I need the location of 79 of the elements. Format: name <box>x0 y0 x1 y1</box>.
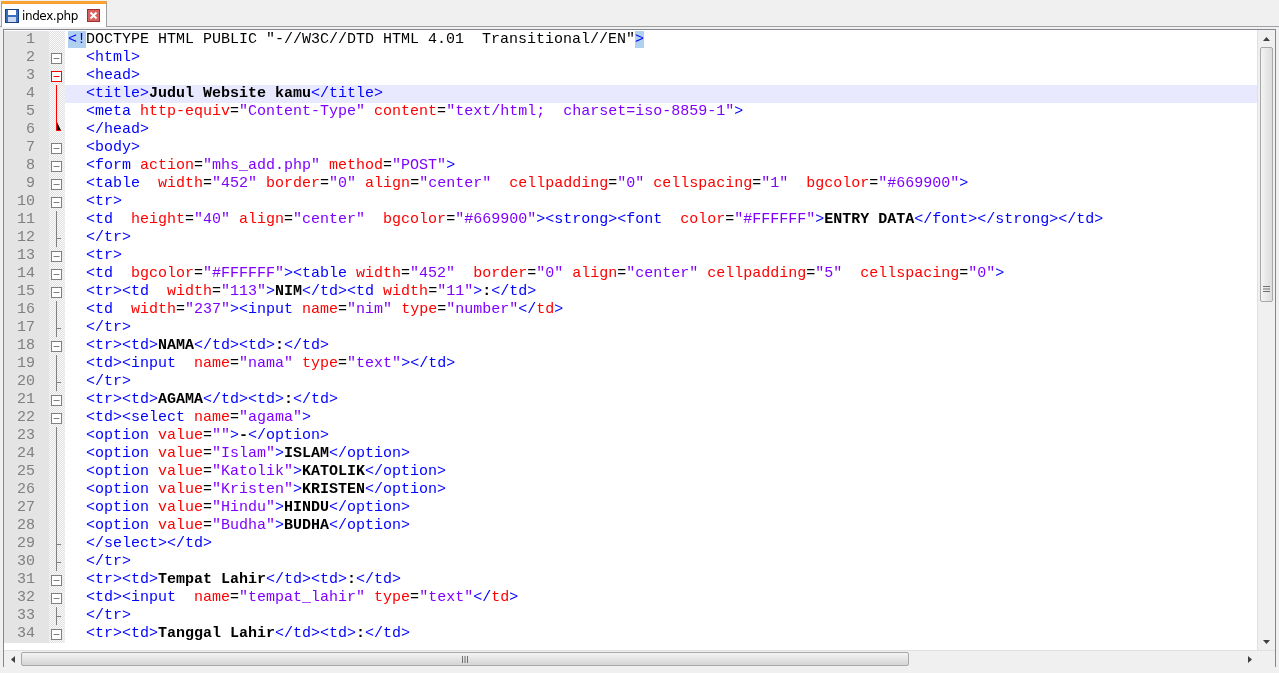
code-line: </tr> <box>85 373 132 391</box>
line-number: 10 <box>4 193 49 211</box>
code-line: <tr><td width="113">NIM</td><td width="11">:</td> <box>85 283 538 301</box>
line-number: 13 <box>4 247 49 265</box>
code-line: <html> <box>85 49 141 67</box>
code-line: <td bgcolor="#FFFFFF"><table width="452" border="0" align="center" cellpadding="5" cellspacing="0"> <box>85 265 1006 283</box>
line-number: 14 <box>4 265 49 283</box>
code-line: </tr> <box>85 607 132 625</box>
code-line: <td><select name="agama"> <box>85 409 313 427</box>
scrollbar-thumb[interactable] <box>1260 47 1273 302</box>
line-number: 7 <box>4 139 49 157</box>
line-number: 3 <box>4 67 49 85</box>
code-line: <td><input name="tempat_lahir" type="text"</td> <box>85 589 520 607</box>
code-line: <table width="452" border="0" align="center" cellpadding="0" cellspacing="1" bgcolor="#669900"> <box>85 175 970 193</box>
line-number: 28 <box>4 517 49 535</box>
line-number: 34 <box>4 625 49 643</box>
line-number: 25 <box>4 463 49 481</box>
line-number: 2 <box>4 49 49 67</box>
line-number: 1 <box>4 31 49 49</box>
line-number: 17 <box>4 319 49 337</box>
code-line: <!DOCTYPE HTML PUBLIC "-//W3C//DTD HTML 4.01 Transitional//EN"> <box>67 31 646 49</box>
line-number: 21 <box>4 391 49 409</box>
code-line: <option value="Hindu">HINDU</option> <box>85 499 412 517</box>
horizontal-scrollbar[interactable] <box>4 650 1275 667</box>
scroll-down-icon[interactable] <box>1263 639 1270 644</box>
grip-icon <box>461 655 469 663</box>
code-line: <option value="Budha">BUDHA</option> <box>85 517 412 535</box>
line-number: 11 <box>4 211 49 229</box>
line-number: 26 <box>4 481 49 499</box>
line-number: 12 <box>4 229 49 247</box>
code-line: <td width="237"><input name="nim" type="number"</td> <box>85 301 565 319</box>
line-number: 32 <box>4 589 49 607</box>
code-line: <option value="Kristen">KRISTEN</option> <box>85 481 448 499</box>
code-line: </tr> <box>85 319 132 337</box>
code-line: <tr> <box>85 193 123 211</box>
line-number: 24 <box>4 445 49 463</box>
code-line: <head> <box>85 67 141 85</box>
code-line: <tr> <box>85 247 123 265</box>
line-number: 20 <box>4 373 49 391</box>
line-number: 6 <box>4 121 49 139</box>
code-line: </head> <box>85 121 150 139</box>
close-icon[interactable] <box>86 9 100 22</box>
file-tab[interactable]: index.php <box>1 1 107 27</box>
line-number: 29 <box>4 535 49 553</box>
scroll-left-icon[interactable] <box>10 655 15 663</box>
line-number: 18 <box>4 337 49 355</box>
line-number: 16 <box>4 301 49 319</box>
line-number: 27 <box>4 499 49 517</box>
scroll-right-icon[interactable] <box>1247 655 1252 663</box>
code-line: <tr><td>AGAMA</td><td>:</td> <box>85 391 340 409</box>
scrollbar-thumb[interactable] <box>21 652 909 666</box>
line-number: 19 <box>4 355 49 373</box>
code-line: <body> <box>85 139 141 157</box>
line-number: 15 <box>4 283 49 301</box>
code-line: <td><input name="nama" type="text"></td> <box>85 355 457 373</box>
line-number: 23 <box>4 427 49 445</box>
code-line: <td height="40" align="center" bgcolor="#669900"><strong><font color="#FFFFFF">ENTRY DATA</font></strong></td> <box>85 211 1105 229</box>
vertical-scrollbar[interactable] <box>1257 30 1275 650</box>
line-number: 30 <box>4 553 49 571</box>
code-line: <option value="">-</option> <box>85 427 331 445</box>
code-line: <meta http-equiv="Content-Type" content="text/html; charset=iso-8859-1"> <box>85 103 745 121</box>
line-number: 31 <box>4 571 49 589</box>
code-line: <option value="Katolik">KATOLIK</option> <box>85 463 448 481</box>
grip-icon <box>1263 285 1270 293</box>
line-number: 22 <box>4 409 49 427</box>
code-line: </tr> <box>85 229 132 247</box>
code-line: <tr><td>Tanggal Lahir</td><td>:</td> <box>85 625 412 643</box>
code-line: </tr> <box>85 553 132 571</box>
line-number: 4 <box>4 85 49 103</box>
code-line: <form action="mhs_add.php" method="POST"> <box>85 157 457 175</box>
code-line: <tr><td>Tempat Lahir</td><td>:</td> <box>85 571 403 589</box>
code-line: <tr><td>NAMA</td><td>:</td> <box>85 337 331 355</box>
code-line: <option value="Islam">ISLAM</option> <box>85 445 412 463</box>
line-number: 8 <box>4 157 49 175</box>
line-number: 33 <box>4 607 49 625</box>
line-number: 5 <box>4 103 49 121</box>
code-line: </select></td> <box>85 535 214 553</box>
scroll-up-icon[interactable] <box>1263 36 1270 41</box>
line-number: 9 <box>4 175 49 193</box>
